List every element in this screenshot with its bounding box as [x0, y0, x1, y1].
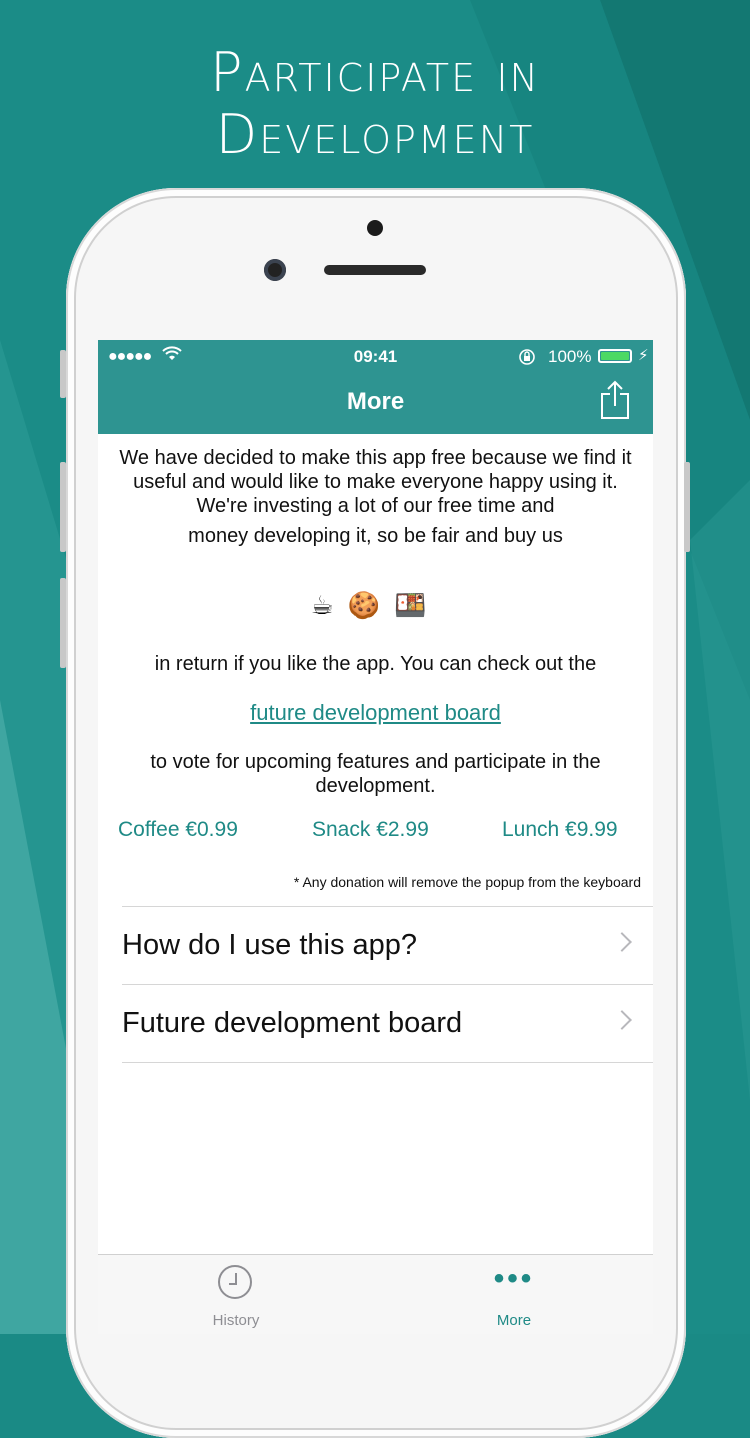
clock-icon [218, 1265, 252, 1299]
donation-options: Coffee €0.99 Snack €2.99 Lunch €9.99 [98, 818, 653, 848]
power-button [684, 462, 690, 552]
tab-history-label: History [212, 1312, 260, 1329]
options-list: How do I use this app? Future developmen… [122, 906, 653, 1063]
battery-icon [598, 349, 632, 363]
tab-more[interactable]: ••• More [414, 1255, 614, 1334]
vote-paragraph: to vote for upcoming features and partic… [150, 751, 601, 797]
coffee-donation-button[interactable]: Coffee €0.99 [118, 818, 238, 842]
front-sensor [367, 220, 383, 236]
lunch-donation-button[interactable]: Lunch €9.99 [502, 818, 618, 842]
nav-title: More [346, 388, 405, 415]
headline-line-2: Development [215, 103, 535, 166]
list-item-future-board[interactable]: Future development board [122, 984, 653, 1063]
more-dots-icon: ••• [493, 1262, 535, 1295]
tab-bar: History ••• More [98, 1254, 653, 1334]
mute-switch [60, 350, 66, 398]
volume-down-button [60, 578, 66, 668]
charging-icon: ⚡ [638, 347, 649, 364]
snack-donation-button[interactable]: Snack €2.99 [312, 818, 429, 842]
tab-more-label: More [496, 1312, 532, 1329]
front-camera [264, 259, 286, 281]
return-paragraph: in return if you like the app. You can c… [154, 653, 597, 675]
earpiece-speaker [324, 265, 426, 275]
headline-line-1: Participate in [210, 41, 540, 104]
donation-note: * Any donation will remove the popup fro… [293, 874, 641, 890]
battery-percentage: 100% [548, 347, 592, 366]
chevron-right-icon [612, 932, 632, 952]
list-item-label: Future development board [122, 1007, 463, 1039]
share-icon[interactable] [598, 380, 632, 420]
volume-up-button [60, 462, 66, 552]
list-item-label: How do I use this app? [122, 929, 418, 961]
donation-emojis: ☕🍪🍱 [310, 590, 441, 620]
intro-paragraph: We have decided to make this app free be… [119, 447, 632, 517]
list-item-how-to-use[interactable]: How do I use this app? [122, 906, 653, 984]
tab-history[interactable]: History [136, 1255, 336, 1334]
status-bar: ●●●●● 09:41 100% ⚡ [98, 346, 653, 372]
headline: Participate in Development [0, 42, 750, 166]
phone-screen: ●●●●● 09:41 100% ⚡ More We have decided … [98, 340, 653, 1334]
future-development-board-link[interactable]: future development board [98, 700, 653, 726]
rotation-lock-icon [519, 349, 535, 365]
intro-paragraph-continued: money developing it, so be fair and buy … [188, 525, 563, 547]
chevron-right-icon [612, 1010, 632, 1030]
navigation-bar: ●●●●● 09:41 100% ⚡ More [98, 340, 653, 434]
